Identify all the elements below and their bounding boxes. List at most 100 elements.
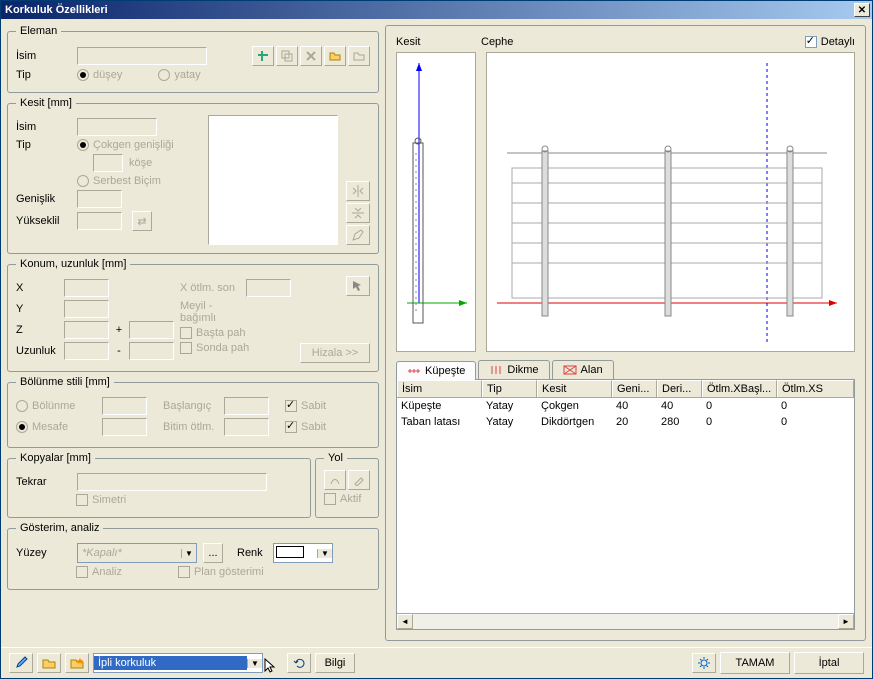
bilgi-button[interactable]: Bilgi — [315, 653, 355, 673]
close-button[interactable]: ✕ — [854, 3, 870, 17]
scroll-right-button[interactable]: ► — [838, 614, 854, 629]
tab-dikme[interactable]: Dikme — [478, 360, 549, 379]
sabit1-check[interactable]: Sabit — [285, 400, 326, 412]
kesit-isim-input[interactable] — [77, 118, 157, 136]
xotlm-input[interactable] — [246, 279, 291, 297]
x-input[interactable] — [64, 279, 109, 297]
import-button[interactable] — [324, 46, 346, 66]
th-gen[interactable]: Geni... — [612, 380, 657, 397]
th-xs[interactable]: Ötlm.XS — [777, 380, 854, 397]
y-input[interactable] — [64, 300, 109, 318]
color-swatch — [276, 546, 304, 558]
tab-alan[interactable]: Alan — [552, 360, 614, 379]
radio-yatay[interactable]: yatay — [158, 69, 200, 81]
cursor-overlay — [267, 655, 283, 671]
add-button[interactable] — [252, 46, 274, 66]
preview-group: Kesit Cephe Detaylı — [385, 25, 866, 641]
th-isim[interactable]: İsim — [397, 380, 482, 397]
scroll-track[interactable] — [413, 614, 838, 629]
bolunme-input[interactable] — [102, 397, 147, 415]
sabit2-check[interactable]: Sabit — [285, 421, 326, 433]
z2-input[interactable] — [129, 321, 174, 339]
cephe-preview — [486, 52, 855, 352]
kose-input[interactable] — [93, 154, 123, 172]
hizala-button[interactable]: Hizala >> — [300, 343, 370, 363]
reset-button[interactable] — [287, 653, 311, 673]
uzunluk2-input[interactable] — [129, 342, 174, 360]
radio-mesafe[interactable]: Mesafe — [16, 421, 96, 433]
th-der[interactable]: Deri... — [657, 380, 702, 397]
table-row[interactable]: Küpeşte Yatay Çokgen 40 40 0 0 — [397, 398, 854, 414]
iptal-button[interactable]: İptal — [794, 652, 864, 674]
x-icon — [305, 50, 317, 62]
th-tip[interactable]: Tip — [482, 380, 537, 397]
scroll-left-button[interactable]: ◄ — [397, 614, 413, 629]
edit-section-button[interactable] — [346, 225, 370, 245]
yuzey-ellipsis-button[interactable]: ... — [203, 543, 223, 563]
th-kesit[interactable]: Kesit — [537, 380, 612, 397]
save-button[interactable] — [348, 46, 370, 66]
gear-icon — [697, 656, 711, 670]
radio-dusey[interactable]: düşey — [77, 69, 122, 81]
radio-cokgen[interactable]: Çokgen genişliği — [77, 139, 174, 151]
uzunluk-input[interactable] — [64, 342, 109, 360]
sonda-pah-check[interactable]: Sonda pah — [180, 342, 249, 354]
mesafe-input[interactable] — [102, 418, 147, 436]
basta-pah-check[interactable]: Başta pah — [180, 327, 246, 339]
renk-combo[interactable]: ▼ — [273, 543, 333, 563]
aktif-check[interactable]: Aktif — [324, 493, 361, 505]
analiz-check[interactable]: Analiz — [76, 566, 122, 578]
radio-serbest[interactable]: Serbest Biçim — [77, 175, 174, 187]
genislik-input[interactable] — [77, 190, 122, 208]
settings-button[interactable] — [692, 653, 716, 673]
group-kopyalar: Kopyalar [mm] Tekrar Simetri — [7, 452, 311, 518]
baslangic-input[interactable] — [224, 397, 269, 415]
table-row[interactable]: Taban latası Yatay Dikdörtgen 20 280 0 0 — [397, 414, 854, 430]
mirror-v-button[interactable] — [346, 203, 370, 223]
plan-check[interactable]: Plan gösterimi — [178, 566, 264, 578]
detayli-check[interactable]: Detaylı — [805, 36, 855, 48]
plus-label: + — [115, 324, 123, 336]
saveas-button[interactable] — [65, 653, 89, 673]
pick-button[interactable] — [346, 276, 370, 296]
folder-star-icon — [353, 50, 365, 62]
tab-kupeste[interactable]: Küpeşte — [396, 361, 476, 380]
tekrar-input[interactable] — [77, 473, 267, 491]
preset-combo[interactable]: İpli korkuluk ▼ — [93, 653, 263, 673]
section-preview-box — [208, 115, 338, 245]
z-input[interactable] — [64, 321, 109, 339]
kesit-preview — [396, 52, 476, 352]
copy-button[interactable] — [276, 46, 298, 66]
cursor-icon — [263, 657, 279, 673]
th-xb[interactable]: Ötlm.XBaşl... — [702, 380, 777, 397]
yol-btn2[interactable] — [348, 470, 370, 490]
h-scrollbar[interactable]: ◄ ► — [397, 613, 854, 629]
xotlm-label: X ötlm. son — [180, 282, 240, 294]
mirror-v-icon — [351, 206, 365, 220]
eyedropper-button[interactable] — [9, 653, 33, 673]
isim-input[interactable] — [77, 47, 207, 65]
x-label: X — [16, 282, 58, 294]
table-body[interactable]: Küpeşte Yatay Çokgen 40 40 0 0 Taban lat… — [397, 398, 854, 613]
radio-bolunme[interactable]: Bölünme — [16, 400, 96, 412]
chevron-down-icon: ▼ — [181, 549, 196, 558]
yol-btn1[interactable] — [324, 470, 346, 490]
delete-button[interactable] — [300, 46, 322, 66]
swap-button[interactable]: ⇄ — [132, 211, 152, 231]
simetri-check[interactable]: Simetri — [76, 494, 126, 506]
open-button[interactable] — [37, 653, 61, 673]
group-kesit-legend: Kesit [mm] — [16, 97, 76, 109]
left-panel: Eleman İsim Tip düşey yatay — [7, 25, 379, 641]
yukseklik-input[interactable] — [77, 212, 122, 230]
cursor-icon — [351, 279, 365, 293]
bitim-input[interactable] — [224, 418, 269, 436]
yuzey-combo[interactable]: *Kapalı*▼ — [77, 543, 197, 563]
undo-icon — [292, 656, 306, 670]
tip-label: Tip — [16, 69, 71, 81]
path-icon — [329, 474, 341, 486]
window-title: Korkuluk Özellikleri — [3, 4, 854, 16]
tamam-button[interactable]: TAMAM — [720, 652, 790, 674]
mirror-h-button[interactable] — [346, 181, 370, 201]
group-gosterim: Gösterim, analiz Yüzey *Kapalı*▼ ... Ren… — [7, 522, 379, 590]
chevron-down-icon: ▼ — [247, 659, 262, 668]
